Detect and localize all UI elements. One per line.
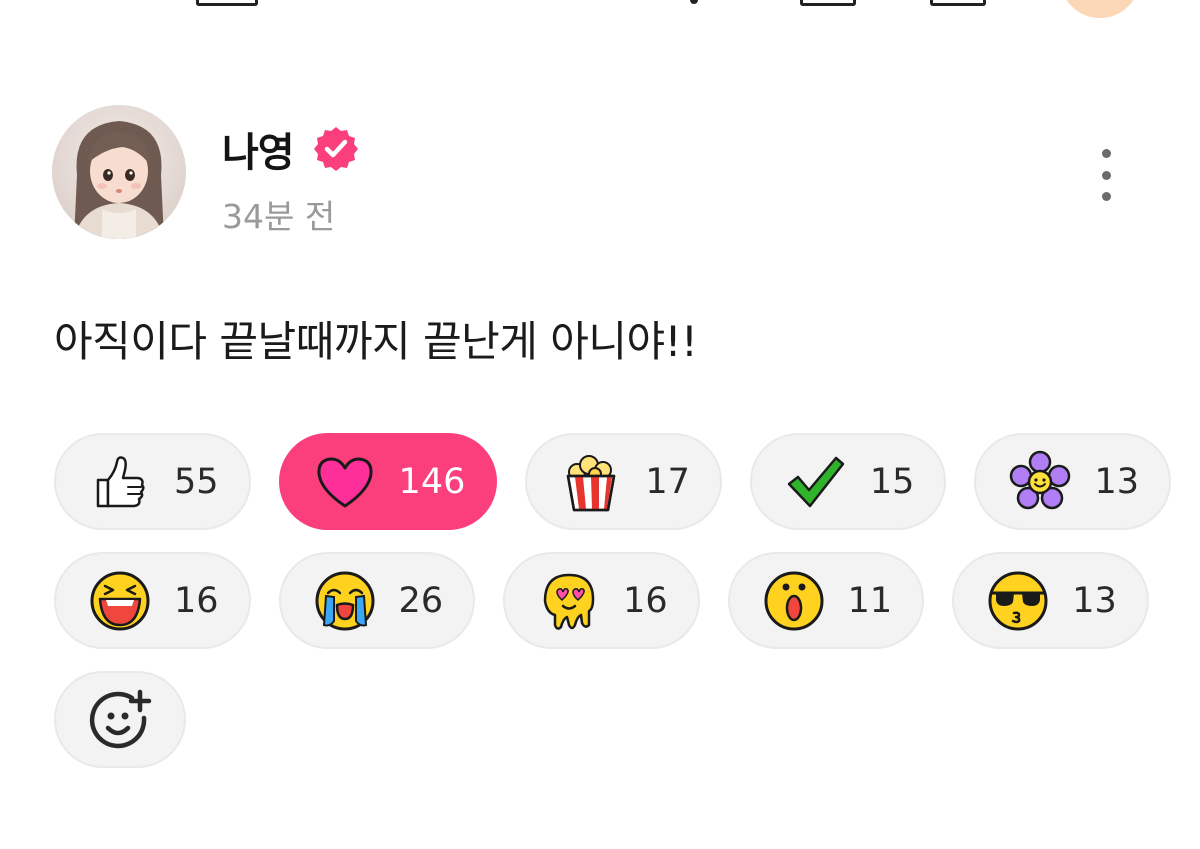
crying-face-icon — [315, 571, 375, 630]
add-reaction-button[interactable] — [54, 671, 186, 768]
more-dot — [1101, 192, 1111, 201]
reaction-count: 17 — [645, 461, 690, 502]
shocked-face-icon — [764, 571, 824, 630]
popcorn-icon — [567, 454, 616, 511]
reaction-sunglasses-button[interactable]: 13 — [952, 552, 1149, 649]
toolbar-icon-fragment — [690, 0, 698, 4]
reaction-count: 15 — [869, 461, 915, 502]
reaction-shocked-button[interactable]: 11 — [727, 552, 925, 649]
reaction-count: 13 — [1072, 580, 1117, 621]
avatar-image — [52, 105, 186, 239]
author-name[interactable]: 나영 — [222, 120, 295, 178]
reaction-thumbs-up-button[interactable]: 55 — [54, 433, 251, 530]
more-options-icon[interactable] — [1086, 145, 1126, 205]
reaction-heart-button[interactable]: 146 — [278, 433, 498, 530]
reaction-crying-button[interactable]: 26 — [278, 552, 476, 649]
reactions-row — [54, 671, 1164, 768]
verified-badge-icon — [313, 127, 358, 171]
reactions-panel: 55 146 17 15 13 16 26 16 11 13 — [54, 433, 1171, 790]
reaction-count: 16 — [623, 580, 668, 621]
add-reaction-icon — [89, 689, 152, 748]
more-dot — [1101, 170, 1111, 180]
sunglasses-face-icon — [988, 571, 1048, 630]
profile-avatar-fragment[interactable] — [1060, 0, 1140, 18]
reaction-count: 13 — [1094, 461, 1139, 502]
reaction-popcorn-button[interactable]: 17 — [525, 433, 722, 530]
reaction-count: 55 — [174, 461, 219, 502]
toolbar-icon-fragment — [196, 0, 258, 6]
reaction-count: 146 — [398, 461, 466, 502]
reaction-count: 26 — [398, 580, 444, 621]
reaction-check-button[interactable]: 15 — [749, 433, 947, 530]
reactions-row: 16 26 16 11 13 — [54, 552, 1164, 649]
reaction-count: 16 — [174, 580, 219, 621]
check-icon — [787, 456, 845, 507]
top-toolbar-fragment — [0, 0, 1200, 18]
toolbar-icon-fragment — [800, 0, 856, 6]
reactions-row: 55 146 17 15 13 — [54, 433, 1171, 530]
laughing-face-icon — [90, 571, 150, 630]
reaction-count: 11 — [847, 580, 893, 621]
author-line: 나영 — [222, 120, 360, 178]
toolbar-icon-fragment — [930, 0, 986, 6]
post-text: 아직이다 끝날때까지 끝난게 아니야!! — [54, 317, 698, 366]
more-dot — [1101, 149, 1111, 158]
thumbs-up-icon — [96, 455, 145, 507]
author-avatar[interactable] — [52, 105, 186, 239]
heart-icon — [317, 457, 373, 507]
reaction-heart-eyes-button[interactable]: 16 — [503, 552, 700, 649]
flower-icon — [1010, 450, 1071, 509]
post-timestamp: 34분 전 — [222, 197, 336, 236]
reaction-laughing-button[interactable]: 16 — [54, 552, 251, 649]
heart-eyes-melting-face-icon — [543, 573, 595, 630]
reaction-flower-button[interactable]: 13 — [974, 433, 1171, 530]
